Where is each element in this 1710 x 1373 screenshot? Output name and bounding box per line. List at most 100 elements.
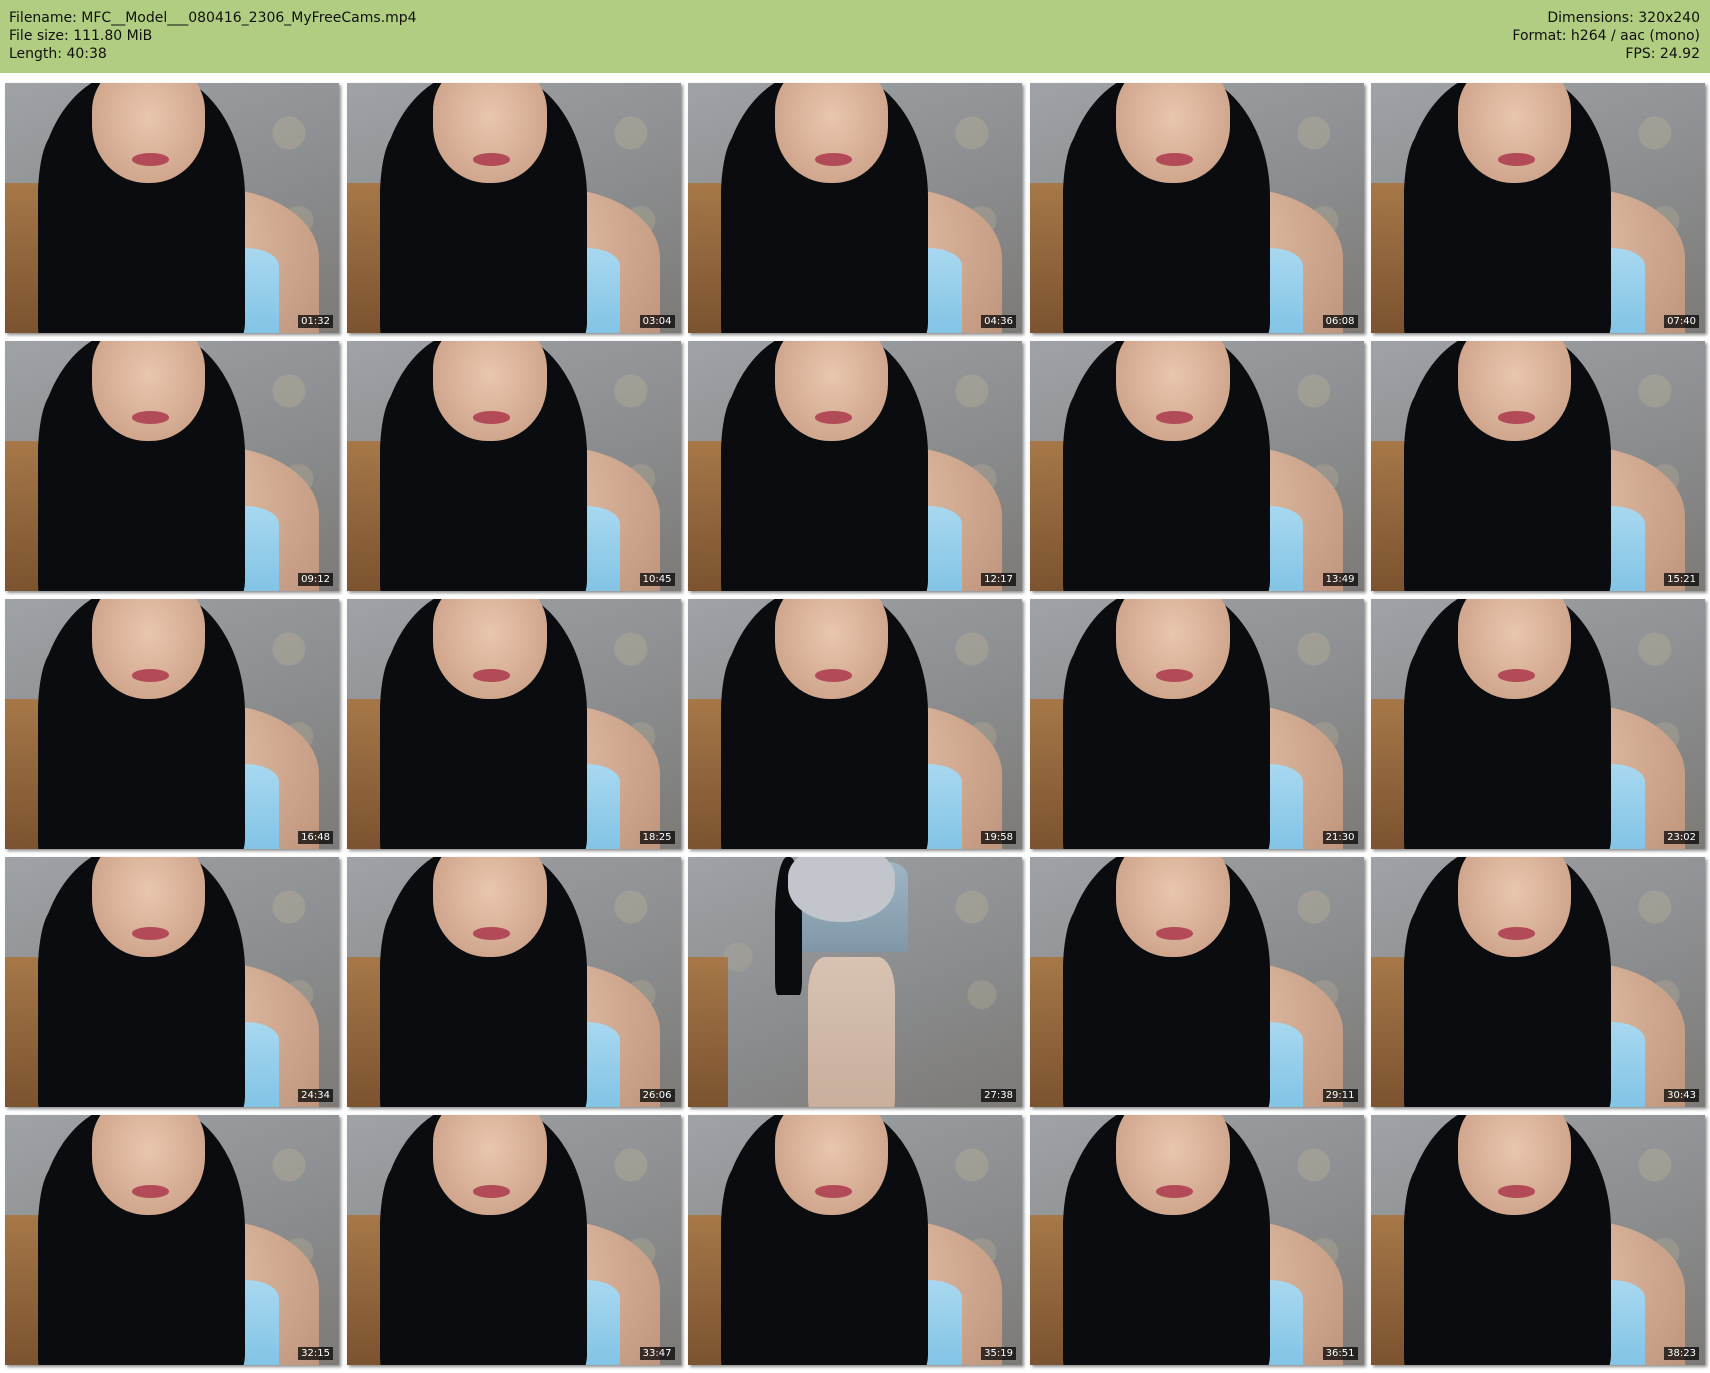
thumbnail-frame[interactable]: 36:51 [1029,1115,1364,1365]
frame-lips-shape [473,669,511,682]
frame-lips-shape [131,411,169,424]
frame-lips-shape [814,669,852,682]
thumbnail-frame[interactable]: 15:21 [1371,341,1705,591]
frame-lips-shape [131,927,169,940]
frame-strand-shape [1062,1165,1123,1365]
timestamp-label: 36:51 [1322,1347,1358,1360]
frame-strand-shape [38,133,99,333]
frame-strand-shape [1062,133,1123,333]
frame-lips-shape [1497,927,1535,940]
timestamp-label: 27:38 [981,1089,1016,1102]
frame-strand-shape [1404,1165,1465,1365]
thumbnail-frame[interactable]: 09:12 [5,341,339,591]
thumbnail-frame[interactable]: 26:06 [346,857,681,1107]
frame-strand-shape [38,907,99,1107]
frame-strand-shape [38,1165,99,1365]
thumbnail-frame[interactable]: 24:34 [5,857,339,1107]
thumbnail-grid: 01:32 03:04 04:36 06:08 07:40 09:12 10:45 12:17… [5,83,1705,1365]
thumbnail-frame[interactable]: 35:19 [688,1115,1022,1365]
frame-strand-shape [38,649,99,849]
timestamp-label: 38:23 [1664,1347,1699,1360]
thumbnail-frame[interactable]: 18:25 [346,599,681,849]
frame-strand-shape [379,133,440,333]
frame-strand-shape [379,391,440,591]
frame-lips-shape [1156,927,1194,940]
timestamp-label: 18:25 [639,831,675,844]
thumbnail-frame[interactable]: 33:47 [346,1115,681,1365]
frame-strand-shape [38,391,99,591]
timestamp-label: 30:43 [1664,1089,1699,1102]
thumbnail-frame[interactable]: 12:17 [688,341,1022,591]
thumbnail-frame[interactable]: 10:45 [346,341,681,591]
info-right-column: Dimensions: 320x240 Format: h264 / aac (… [1512,9,1700,63]
timestamp-label: 24:34 [298,1089,333,1102]
thumbnail-frame[interactable]: 13:49 [1029,341,1364,591]
timestamp-label: 23:02 [1664,831,1699,844]
timestamp-label: 12:17 [981,573,1016,586]
frame-lips-shape [1497,411,1535,424]
frame-lips-shape [1156,153,1194,166]
format-text: Format: h264 / aac (mono) [1512,28,1700,44]
timestamp-label: 32:15 [298,1347,333,1360]
timestamp-label: 15:21 [1664,573,1699,586]
thumbnail-frame[interactable]: 06:08 [1029,83,1364,333]
frame-strand-shape [1404,907,1465,1107]
thumbnail-frame[interactable]: 23:02 [1371,599,1705,849]
timestamp-label: 13:49 [1322,573,1358,586]
frame-strand-shape [1062,649,1123,849]
filesize-text: File size: 111.80 MiB [9,28,153,44]
timestamp-label: 19:58 [981,831,1016,844]
timestamp-label: 35:19 [981,1347,1016,1360]
frame-lips-shape [131,1185,169,1198]
info-left-column: Filename: MFC__Model___080416_2306_MyFre… [9,9,417,63]
timestamp-label: 01:32 [298,315,333,328]
frame-lips-shape [1497,669,1535,682]
thumbnail-frame[interactable]: 19:58 [688,599,1022,849]
frame-lips-shape [131,153,169,166]
frame-strand-shape [379,907,440,1107]
thumbnail-frame[interactable]: 27:38 [688,857,1022,1107]
frame-lips-shape [1156,1185,1194,1198]
frame-lips-shape [814,411,852,424]
thumbnail-frame[interactable]: 30:43 [1371,857,1705,1107]
thumbnail-frame[interactable]: 03:04 [346,83,681,333]
frame-shoulders-shape [808,957,896,1107]
frame-lips-shape [1156,411,1194,424]
timestamp-label: 09:12 [298,573,333,586]
frame-strand-shape [1062,907,1123,1107]
frame-strand-shape [721,1165,782,1365]
timestamp-label: 21:30 [1322,831,1358,844]
dimensions-text: Dimensions: 320x240 [1547,10,1700,26]
frame-lips-shape [1497,153,1535,166]
frame-strand-shape [379,1165,440,1365]
frame-strand-shape [1404,133,1465,333]
frame-lips-shape [473,153,511,166]
timestamp-label: 06:08 [1322,315,1358,328]
thumbnail-frame[interactable]: 16:48 [5,599,339,849]
frame-lips-shape [473,927,511,940]
filename-text: Filename: MFC__Model___080416_2306_MyFre… [9,10,417,26]
info-header: Filename: MFC__Model___080416_2306_MyFre… [0,0,1710,73]
frame-strand-shape [379,649,440,849]
timestamp-label: 07:40 [1664,315,1699,328]
thumbnail-frame[interactable]: 21:30 [1029,599,1364,849]
thumbnail-frame[interactable]: 32:15 [5,1115,339,1365]
frame-furniture-shape [688,957,729,1107]
frame-lips-shape [814,1185,852,1198]
thumbnail-frame[interactable]: 29:11 [1029,857,1364,1107]
timestamp-label: 03:04 [639,315,675,328]
thumbnail-frame[interactable]: 04:36 [688,83,1022,333]
thumbnail-frame[interactable]: 01:32 [5,83,339,333]
timestamp-label: 16:48 [298,831,333,844]
timestamp-label: 33:47 [639,1347,675,1360]
fps-text: FPS: 24.92 [1625,46,1700,62]
thumbnail-frame[interactable]: 38:23 [1371,1115,1705,1365]
thumbnail-frame[interactable]: 07:40 [1371,83,1705,333]
timestamp-label: 04:36 [981,315,1016,328]
frame-lips-shape [814,153,852,166]
frame-strand-shape [721,133,782,333]
frame-lips-shape [1497,1185,1535,1198]
frame-strand-shape [1062,391,1123,591]
frame-strand-shape [1404,649,1465,849]
frame-strand-shape [721,649,782,849]
